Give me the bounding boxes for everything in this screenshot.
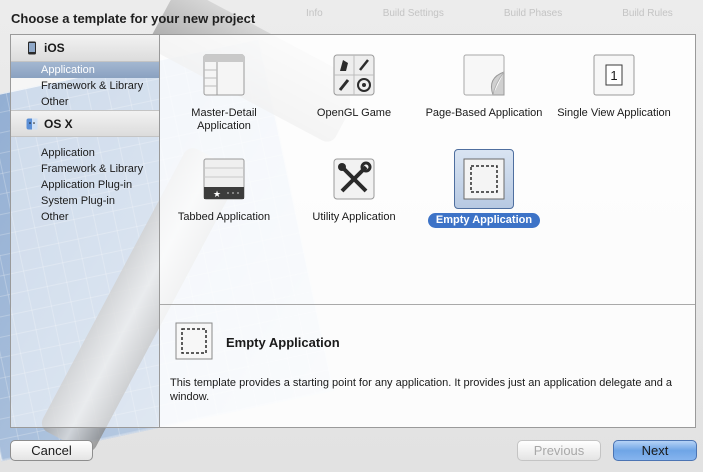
sidebar-section-osx[interactable]: OS X — [11, 110, 159, 137]
opengl-game-icon — [330, 51, 378, 99]
page-curl-icon — [460, 51, 508, 99]
template-description: Empty Application This template provides… — [160, 306, 695, 427]
sidebar-item-ios-other[interactable]: Other — [11, 94, 159, 110]
template-label: Page-Based Application — [425, 107, 543, 119]
dialog-title: Choose a template for your new project — [11, 11, 256, 26]
template-label: Master-Detail Application — [191, 107, 257, 132]
template-panel: Master-Detail Application OpenGL Game Pa… — [159, 34, 696, 428]
sidebar-item-osx-system-plugin[interactable]: System Plug-in — [11, 193, 159, 209]
background-toolbar-item: Info — [306, 8, 323, 19]
single-view-icon: 1 — [590, 51, 638, 99]
background-toolbar: Info Build Settings Build Phases Build R… — [300, 8, 700, 26]
description-title: Empty Application — [226, 335, 340, 350]
sidebar-item-ios-application[interactable]: Application — [11, 62, 159, 78]
template-single-view[interactable]: 1 Single View Application — [554, 51, 674, 120]
template-opengl-game[interactable]: OpenGL Game — [294, 51, 414, 120]
background-toolbar-item: Build Phases — [503, 8, 563, 19]
sidebar-section-ios[interactable]: iOS — [11, 35, 159, 62]
finder-icon — [26, 118, 38, 129]
template-label: Tabbed Application — [177, 211, 271, 223]
template-tabbed[interactable]: ★ Tabbed Application — [164, 155, 284, 224]
background-toolbar-item: Build Settings — [382, 8, 444, 19]
template-page-based[interactable]: Page-Based Application — [424, 51, 544, 120]
next-button[interactable]: Next — [613, 440, 697, 461]
cancel-button[interactable]: Cancel — [10, 440, 93, 461]
background-toolbar-item: Build Rules — [622, 8, 673, 19]
empty-app-icon — [454, 149, 514, 209]
sidebar-item-osx-framework-library[interactable]: Framework & Library — [11, 161, 159, 177]
sidebar-section-label: iOS — [44, 41, 65, 55]
sidebar-item-ios-framework-library[interactable]: Framework & Library — [11, 78, 159, 94]
template-label: OpenGL Game — [316, 107, 392, 119]
template-label: Utility Application — [312, 211, 396, 223]
master-detail-icon — [200, 51, 248, 99]
template-label: Empty Application — [427, 213, 541, 228]
previous-button[interactable]: Previous — [517, 440, 601, 461]
template-label: Single View Application — [557, 107, 671, 119]
sidebar-item-osx-application[interactable]: Application — [11, 145, 159, 161]
description-text: This template provides a starting point … — [170, 377, 673, 403]
sidebar-item-osx-other[interactable]: Other — [11, 209, 159, 225]
tab-bar-icon: ★ — [200, 155, 248, 203]
sidebar-section-label: OS X — [44, 116, 73, 131]
utility-tools-icon — [330, 155, 378, 203]
empty-app-icon — [175, 322, 213, 360]
template-utility[interactable]: Utility Application — [294, 155, 414, 224]
sidebar-item-osx-application-plugin[interactable]: Application Plug-in — [11, 177, 159, 193]
svg-text:1: 1 — [610, 68, 617, 83]
svg-text:★: ★ — [213, 190, 221, 200]
iphone-icon — [28, 41, 36, 55]
template-grid: Master-Detail Application OpenGL Game Pa… — [160, 35, 695, 305]
template-category-sidebar: iOS Application Framework & Library Othe… — [10, 34, 160, 428]
template-empty-application[interactable]: Empty Application — [424, 149, 544, 228]
template-master-detail[interactable]: Master-Detail Application — [164, 51, 284, 133]
